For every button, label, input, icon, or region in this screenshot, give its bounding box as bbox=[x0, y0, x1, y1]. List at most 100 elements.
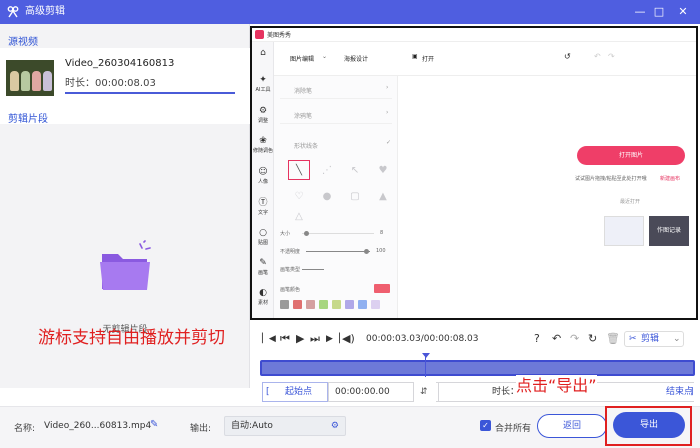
shape-arrow[interactable]: ↖ bbox=[344, 160, 366, 180]
rail-portrait[interactable]: ☺ 人像 bbox=[252, 167, 274, 185]
maximize-button[interactable]: □ bbox=[651, 5, 667, 19]
rail-text[interactable]: Ⓣ 文字 bbox=[252, 198, 274, 216]
brush-type-select[interactable] bbox=[302, 269, 324, 270]
close-button[interactable]: ✕ bbox=[675, 5, 691, 19]
output-label: 输出: bbox=[190, 424, 212, 434]
start-label: 起始点 bbox=[285, 387, 313, 397]
step-back-icon[interactable]: ⏮ bbox=[280, 332, 290, 346]
size-value: 8 bbox=[380, 230, 384, 236]
reset-icon[interactable]: ↻ bbox=[588, 332, 597, 346]
rail-ai-tools[interactable]: ✦ AI工具 bbox=[252, 75, 274, 93]
edit-name-icon[interactable]: ✎ bbox=[150, 419, 158, 430]
undo-icon[interactable]: ↶ bbox=[594, 52, 601, 61]
shape-circle[interactable]: ● bbox=[316, 186, 338, 206]
video-thumbnail bbox=[6, 60, 54, 96]
export-button[interactable]: 导出 bbox=[613, 412, 685, 438]
play-icon[interactable]: ▶ bbox=[296, 332, 304, 346]
shape-row[interactable]: 形状线条 ✓ bbox=[280, 134, 392, 154]
rail-adjust[interactable]: ⚙ 调整 bbox=[252, 106, 274, 124]
open-image-button[interactable]: 打开图片 bbox=[577, 146, 685, 165]
doodle-row[interactable]: 涂鸦笔 › bbox=[280, 104, 392, 124]
app-toolbar: 图片编辑 ⌄ 海报设计 ▣ 打开 ↺ ↶ ↷ bbox=[274, 42, 696, 76]
end-label[interactable]: 结束点 bbox=[666, 382, 693, 402]
shape-line[interactable]: ╲ bbox=[288, 160, 310, 180]
tool-rail: ⌂ ✦ AI工具 ⚙ 调整 ❀ 修随调色 ☺ 人像 Ⓣ 文字 ○ 贴图 ✎ 画笔 ◐ 素材 bbox=[252, 42, 274, 318]
help-icon[interactable]: ? bbox=[534, 332, 540, 346]
color-swatch[interactable] bbox=[306, 300, 315, 309]
home-icon[interactable]: ⌂ bbox=[252, 48, 274, 59]
name-label: 名称: bbox=[14, 424, 36, 434]
color-swatch[interactable] bbox=[358, 300, 367, 309]
meitu-logo-icon bbox=[255, 30, 264, 39]
sticker-icon: ○ bbox=[259, 228, 267, 238]
recent-open-label: 最近打开 bbox=[620, 199, 641, 205]
opacity-label: 不透明度 bbox=[280, 249, 301, 255]
rail-material[interactable]: ◐ 素材 bbox=[252, 288, 274, 306]
chevron-right-icon: › bbox=[386, 84, 389, 91]
redo-icon[interactable]: ↷ bbox=[570, 332, 579, 346]
tab-poster-design[interactable]: 海报设计 bbox=[344, 54, 368, 63]
rail-color[interactable]: ❀ 修随调色 bbox=[252, 136, 274, 154]
size-slider[interactable] bbox=[302, 231, 374, 236]
opacity-slider[interactable] bbox=[306, 249, 370, 254]
format-value: 自动:Auto bbox=[231, 421, 273, 431]
redo-icon[interactable]: ↷ bbox=[608, 52, 615, 61]
prev-frame-icon[interactable]: ▏◀ bbox=[262, 332, 276, 346]
current-color-swatch[interactable] bbox=[374, 284, 390, 293]
brush-type-label: 画笔类型 bbox=[280, 267, 301, 273]
playhead-handle[interactable] bbox=[422, 353, 430, 358]
merge-all-label: 合并所有 bbox=[495, 424, 532, 434]
undo-icon[interactable]: ↶ bbox=[552, 332, 561, 346]
brush-icon: ✎ bbox=[259, 258, 267, 268]
rail-sticker[interactable]: ○ 贴图 bbox=[252, 228, 274, 246]
start-time-input[interactable]: 00:00:00.00 bbox=[328, 382, 414, 402]
video-name: Video_260304160813 bbox=[65, 58, 175, 69]
shape-heart-outline[interactable]: ♡ bbox=[288, 186, 310, 206]
start-point-button[interactable]: [ 起始点 bbox=[262, 382, 328, 402]
recent-thumb-2[interactable]: 作图记录 bbox=[649, 216, 689, 246]
shape-heart[interactable]: ♥ bbox=[372, 160, 394, 180]
color-swatch[interactable] bbox=[345, 300, 354, 309]
annotation-export-hint: 点击“导出” bbox=[516, 375, 597, 397]
back-button[interactable]: 返回 bbox=[537, 414, 607, 438]
annotation-cursor-hint: 游标支持自由播放并剪切 bbox=[38, 328, 225, 348]
tab-image-edit[interactable]: 图片编辑 bbox=[290, 54, 314, 63]
timeline-track[interactable] bbox=[260, 360, 695, 376]
drop-hint: 试试图片拖拽/粘贴至此处打开哦 bbox=[575, 176, 647, 182]
shape-triangle[interactable]: ▲ bbox=[372, 186, 394, 206]
color-swatch[interactable] bbox=[280, 300, 289, 309]
size-label: 大小 bbox=[280, 231, 291, 237]
shape-dashed[interactable]: ⋰ bbox=[316, 160, 338, 180]
color-swatch[interactable] bbox=[319, 300, 328, 309]
eraser-row[interactable]: 消除笔 › bbox=[280, 79, 392, 99]
step-forward-icon[interactable]: ⏭ bbox=[310, 332, 320, 346]
minimize-button[interactable]: — bbox=[632, 5, 648, 19]
shape-more[interactable]: △ bbox=[288, 210, 310, 222]
next-frame-icon[interactable]: ▶▕ bbox=[326, 332, 340, 346]
playhead[interactable] bbox=[425, 353, 426, 377]
shape-square[interactable]: ▢ bbox=[344, 186, 366, 206]
new-canvas-link[interactable]: 新建画布 bbox=[660, 175, 680, 182]
delete-icon[interactable]: 🗑 bbox=[606, 332, 620, 346]
output-format-select[interactable]: 自动:Auto ⚙ bbox=[224, 416, 346, 436]
recent-thumb-1[interactable] bbox=[604, 216, 644, 246]
rail-brush[interactable]: ✎ 画笔 bbox=[252, 258, 274, 276]
settings-gear-icon[interactable]: ⚙ bbox=[331, 417, 339, 435]
color-swatch[interactable] bbox=[293, 300, 302, 309]
source-video-title: 源视频 bbox=[8, 37, 38, 48]
merge-all-checkbox[interactable]: ✓ bbox=[480, 420, 491, 431]
time-display: 00:00:03.03/00:00:08.03 bbox=[366, 334, 479, 344]
file-name: Video_260...60813.mp4 bbox=[44, 421, 152, 431]
color-swatch[interactable] bbox=[371, 300, 380, 309]
history-icon[interactable]: ↺ bbox=[564, 52, 571, 61]
cut-dropdown-button[interactable]: ✂ 剪辑 ⌄ bbox=[624, 331, 684, 347]
chevron-right-icon: › bbox=[386, 109, 389, 116]
volume-icon[interactable]: ◀) bbox=[342, 332, 355, 346]
app-name: 美图秀秀 bbox=[267, 32, 292, 39]
color-swatch[interactable] bbox=[332, 300, 341, 309]
open-menu[interactable]: 打开 bbox=[422, 54, 434, 63]
brush-panel: 消除笔 › 涂鸦笔 › 形状线条 ✓ ╲ ⋰ ↖ ♥ ♡ ● ▢ ▲ △ 大小 8 不… bbox=[274, 76, 398, 318]
ai-icon: ✦ bbox=[259, 75, 267, 85]
spin-icon[interactable]: ⇵ bbox=[420, 382, 428, 402]
app-titlebar: 美图秀秀 bbox=[252, 28, 696, 42]
